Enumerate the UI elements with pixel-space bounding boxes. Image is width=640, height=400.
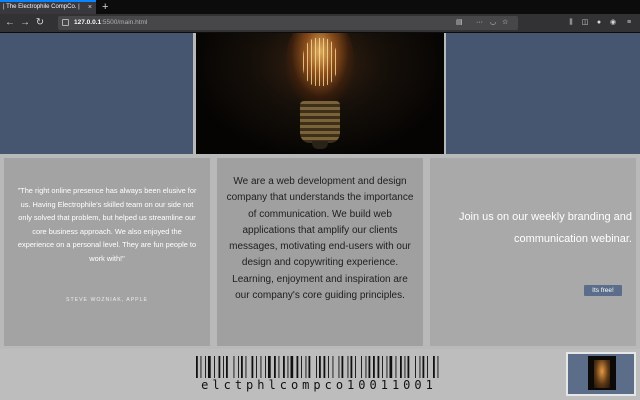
barcode-bar (223, 356, 224, 378)
navigation-toolbar: ← → ↻ 127.0.0.1:5500/main.html ▤ ··· ◡ ☆… (0, 14, 640, 33)
barcode-bar (256, 356, 257, 378)
barcode-bar (274, 356, 276, 378)
barcode-bar (245, 356, 247, 378)
hero-right-panel (446, 33, 640, 154)
barcode-bar (389, 356, 393, 378)
barcode-bar (301, 356, 302, 378)
pocket-icon[interactable]: ◡ (490, 16, 496, 30)
barcode-bar (196, 356, 198, 378)
barcode-bar (319, 356, 321, 378)
barcode-bar (395, 356, 397, 378)
barcode-bar (287, 356, 289, 378)
url-host: 127.0.0.1 (74, 19, 102, 26)
barcode-bar (296, 356, 299, 378)
barcode-bar (338, 356, 340, 378)
barcode-bar (305, 356, 307, 378)
bulb-filament (303, 38, 337, 86)
barcode-bar (437, 356, 439, 378)
barcode-bar (283, 356, 285, 378)
bulb-tip (312, 141, 328, 149)
testimonial-author: STEVE WOZNIAK, APPLE (66, 297, 148, 303)
barcode-bar (407, 356, 410, 378)
barcode-bar (433, 356, 435, 378)
forward-icon[interactable]: → (18, 16, 32, 30)
barcode-text: elctphlcompco10011001 (201, 378, 437, 392)
menu-icon[interactable]: ≡ (624, 16, 634, 30)
barcode-bar (355, 356, 356, 378)
extension-color-icon[interactable]: ◉ (608, 16, 618, 30)
tab-title: | The Electrophile CompCo. | (3, 4, 80, 10)
webinar-text: Join us on our weekly branding and commu… (458, 211, 632, 245)
barcode-bar (350, 356, 353, 378)
barcode-bar (404, 356, 406, 378)
barcode-bar (382, 356, 383, 378)
page-info-icon[interactable] (62, 19, 69, 26)
new-tab-button[interactable]: + (102, 0, 108, 14)
barcode-bar (205, 356, 206, 378)
barcode-bar (427, 356, 428, 378)
barcode-bar (377, 356, 380, 378)
back-icon[interactable]: ← (3, 16, 17, 30)
barcode-bar (400, 356, 402, 378)
barcode-bar (251, 356, 254, 378)
barcode-bar (323, 356, 326, 378)
about-card: We are a web development and design comp… (217, 158, 423, 346)
picture-in-picture-thumbnail[interactable] (566, 352, 636, 396)
barcode-bar (214, 356, 215, 378)
barcode-bar (241, 356, 243, 378)
reload-icon[interactable]: ↻ (33, 16, 47, 30)
bulb-base (300, 101, 340, 143)
hero-left-panel (0, 33, 193, 154)
barcode-bar (361, 356, 362, 378)
testimonial-card: "The right online presence has always be… (4, 158, 210, 346)
bookmark-star-icon[interactable]: ☆ (502, 16, 508, 30)
reader-view-icon[interactable]: ▤ (456, 16, 463, 30)
barcode-bar (208, 356, 211, 378)
barcode-bar (415, 356, 416, 378)
barcode-bar (290, 356, 294, 378)
webinar-card: Join us on our weekly branding and commu… (430, 158, 636, 346)
barcode-bar (368, 356, 371, 378)
barcode-bar (419, 356, 421, 378)
barcode-bar (268, 356, 271, 378)
barcode-bar (422, 356, 425, 378)
close-tab-icon[interactable]: × (88, 2, 92, 13)
barcode-bar (373, 356, 375, 378)
barcode-bar (332, 356, 334, 378)
barcode-bar (386, 356, 388, 378)
url-text: 127.0.0.1:5500/main.html (74, 16, 147, 30)
barcode-bar (260, 356, 262, 378)
sidebar-icon[interactable]: ◫ (580, 16, 590, 30)
barcode-bar (200, 356, 202, 378)
about-text: We are a web development and design comp… (226, 176, 414, 302)
barcode-image (196, 356, 439, 378)
barcode-bar (233, 356, 235, 378)
library-icon[interactable]: ⫼ (566, 16, 576, 30)
barcode-bar (316, 356, 317, 378)
hero-lightbulb-image (196, 33, 444, 154)
url-path: :5500/main.html (101, 19, 148, 26)
barcode-bar (265, 356, 266, 378)
barcode-bar (365, 356, 367, 378)
barcode-bar (341, 356, 344, 378)
free-webinar-button[interactable]: Its free! (584, 285, 622, 296)
barcode-bar (226, 356, 228, 378)
testimonial-quote: "The right online presence has always be… (17, 186, 197, 263)
page-actions-icon[interactable]: ··· (476, 16, 483, 30)
barcode-bar (347, 356, 349, 378)
tab-strip: | The Electrophile CompCo. | × + (0, 0, 640, 14)
tab-main[interactable]: | The Electrophile CompCo. | × (0, 0, 96, 14)
account-icon[interactable]: ● (594, 16, 604, 30)
barcode-bar (278, 356, 280, 378)
barcode-bar (238, 356, 239, 378)
barcode-bar (328, 356, 329, 378)
pip-bulb-icon (594, 360, 610, 388)
barcode-bar (218, 356, 221, 378)
barcode-bar (308, 356, 311, 378)
url-bar[interactable]: 127.0.0.1:5500/main.html ▤ ··· ◡ ☆ (58, 16, 518, 30)
